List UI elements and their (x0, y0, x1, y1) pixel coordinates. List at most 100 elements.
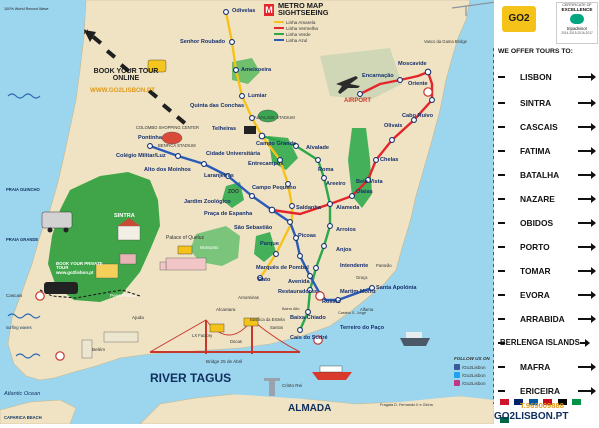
landmark-sintra: SINTRA (114, 213, 135, 219)
station-oriente: Oriente (408, 81, 428, 87)
arrow-right-icon (578, 315, 596, 323)
landmark-ajuda: Ajuda (132, 315, 144, 320)
arrow-right-icon (578, 73, 596, 81)
station-cidade-universitaria: Cidade Universitária (206, 151, 261, 157)
station-praca-espanha: Praça de Espanha (204, 211, 253, 217)
tour-lisbon[interactable]: LISBON (498, 70, 596, 84)
follow-heading: FOLLOW US ON (454, 356, 490, 361)
station-olivais: Olivais (384, 123, 403, 129)
landmark-estrela: Basílica da Estrela (250, 317, 285, 322)
landmark-zoo: ZOO (228, 189, 239, 195)
flag-icon (500, 399, 509, 405)
tour-fatima[interactable]: FATIMA (498, 144, 596, 158)
twitter-link[interactable]: /Go2Lisbon (454, 372, 494, 380)
fragata-label: Fragata D. Fernando II e Glória (380, 403, 433, 407)
station-baixa-chiado: Baixa-Chiado (290, 315, 326, 321)
landmark-vasco-gama: Vasco da Gama Bridge (424, 39, 467, 44)
map-title: METRO MAP SIGHTSEEING (278, 1, 329, 18)
arrow-right-icon (578, 171, 596, 179)
station-jardim-zoologico: Jardim Zoológico (184, 199, 231, 205)
station-rato: Rato (258, 277, 271, 283)
station-intendente: Intendente (340, 263, 369, 269)
arrow-right-icon (578, 363, 596, 371)
station-avenida: Avenida (288, 279, 310, 285)
graca-label: Graça (356, 275, 368, 280)
twitter-icon (454, 372, 460, 378)
tour-arrabida[interactable]: ARRABIDA (498, 312, 596, 326)
station-cais-sodre: Cais do Sodré (290, 335, 328, 341)
tour-evora[interactable]: EVORA (498, 288, 596, 302)
monsanto-label: Monsanto (200, 245, 219, 250)
station-chelas: Chelas (380, 157, 399, 163)
tour-tomar[interactable]: TOMAR (498, 264, 596, 278)
tour-mafra[interactable]: MAFRA (498, 360, 596, 374)
station-moscavide: Moscavide (398, 61, 427, 67)
landmark-benfica-stadium: BENFICA STADIUM (158, 143, 196, 148)
panteao-label: Panteão (376, 263, 392, 268)
station-alvalade: Alvalade (306, 145, 330, 151)
landmark-pena-palace: Pena Palace (110, 293, 137, 298)
caparica-label: CAPARICA BEACH (4, 415, 42, 420)
north-label: N (84, 30, 89, 36)
station-areeiro: Areeiro (326, 181, 346, 187)
language-flags (500, 392, 594, 423)
station-campo-pequeno: Campo Pequeno (252, 185, 297, 191)
tour-obidos[interactable]: OBIDOS (498, 216, 596, 230)
tour-cascais[interactable]: CASCAIS (498, 120, 596, 134)
river-label: RIVER TAGUS (150, 371, 232, 385)
brand-url[interactable]: GO2LISBON.PT (494, 412, 568, 422)
landmark-belem: Belém (92, 347, 106, 352)
station-olaias: Olaias (356, 189, 373, 195)
website-link[interactable]: WWW.GO2LISBON.PT (90, 87, 155, 94)
owl-icon (570, 14, 584, 24)
metro-logo-icon: M (264, 4, 274, 16)
surf-record-label: 100% World Record Wave (4, 7, 49, 11)
station-arroios: Arroios (336, 227, 356, 233)
landmark-docks: Docas (230, 339, 242, 344)
praia-guincho-label: PRAIA GUINCHO (6, 187, 40, 192)
instagram-link[interactable]: /Go2Lisbon (454, 380, 494, 388)
arrow-right-icon (578, 123, 596, 131)
go2-brand-logo: GO2 (502, 6, 536, 32)
station-santa-apolonia: Santa Apolónia (376, 285, 417, 291)
station-restauradores: Restauradores (278, 289, 318, 295)
booking-callout[interactable]: BOOK YOUR TOUR ONLINE (84, 68, 168, 82)
station-saldanha: Saldanha (296, 205, 321, 211)
station-cabo-ruivo: Cabo Ruivo (402, 113, 434, 119)
tours-heading: WE OFFER TOURS TO: (498, 48, 573, 55)
private-car-icon (44, 282, 78, 294)
follow-us-block: FOLLOW US ON /Go2Lisbon /Go2Lisbon /Go2L… (454, 356, 494, 388)
phone-number[interactable]: T.969009888 (520, 402, 564, 410)
station-martim-moniz: Martim Moniz (340, 289, 376, 295)
flag-icon (572, 399, 582, 405)
arrow-right-icon (578, 147, 596, 155)
tour-porto[interactable]: PORTO (498, 240, 596, 254)
arrow-right-icon (578, 195, 596, 203)
facebook-icon (454, 364, 460, 370)
bairro-alto-label: Bairro Alto (282, 307, 300, 311)
station-sao-sebastiao: São Sebastião (234, 225, 273, 231)
station-airport: AIRPORT (344, 98, 371, 104)
landmark-cristo-rei: Cristo Rei (282, 383, 303, 388)
santos-label: Santos (270, 325, 284, 330)
station-anjos: Anjos (336, 247, 352, 253)
landmark-amoreiras: Amoreiras (238, 295, 259, 300)
landmark-alvalade-stadium: ALVALADE STADIUM (254, 115, 295, 120)
tour-berlenga[interactable]: BERLENGA ISLANDS (494, 336, 590, 350)
instagram-icon (454, 380, 460, 386)
station-telheiras: Telheiras (212, 126, 237, 132)
facebook-link[interactable]: /Go2Lisbon (454, 364, 494, 372)
station-odivelas: Odivelas (232, 8, 256, 14)
station-bela-vista: Bela Vista (356, 179, 383, 185)
arrow-right-icon (578, 99, 596, 107)
station-campo-grande: Campo Grande (256, 141, 297, 147)
tour-sintra[interactable]: SINTRA (498, 96, 596, 110)
landmark-bridge-25: Bridge 25 de Abril (206, 359, 243, 364)
tour-nazare[interactable]: NAZARE (498, 192, 596, 206)
praia-grande-label: PRAIA GRANDE (6, 237, 39, 242)
arrow-right-icon (580, 339, 590, 347)
station-laranjeiras: Laranjeiras (204, 173, 234, 179)
private-tour-callout[interactable]: BOOK YOUR PRIVATE TOUR www.go2lisbon.pt (56, 261, 106, 275)
landmark-colombo: COLOMBO SHOPPING CENTER (136, 125, 200, 130)
tour-batalha[interactable]: BATALHA (498, 168, 596, 182)
